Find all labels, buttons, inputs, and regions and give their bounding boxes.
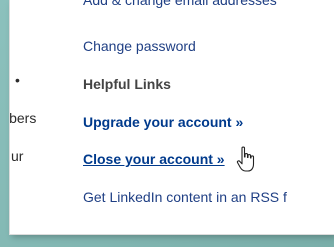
settings-panel: • ibers ur Add & change email addresses … <box>10 0 334 234</box>
close-account-link[interactable]: Close your account » <box>83 150 225 168</box>
hand-pointer-icon <box>236 146 255 172</box>
rss-link[interactable]: Get LinkedIn content in an RSS f <box>83 188 287 206</box>
settings-links: Add & change email addresses Change pass… <box>83 0 334 234</box>
left-sidebar: • ibers ur <box>10 0 70 234</box>
helpful-links-heading: Helpful Links <box>83 76 171 92</box>
add-email-link[interactable]: Add & change email addresses <box>83 0 277 9</box>
sidebar-item-members[interactable]: ibers <box>10 110 36 126</box>
sidebar-bullet: • <box>15 72 20 88</box>
change-password-link[interactable]: Change password <box>83 37 196 55</box>
upgrade-account-link[interactable]: Upgrade your account » <box>83 113 243 131</box>
sidebar-item-your[interactable]: ur <box>11 148 23 164</box>
